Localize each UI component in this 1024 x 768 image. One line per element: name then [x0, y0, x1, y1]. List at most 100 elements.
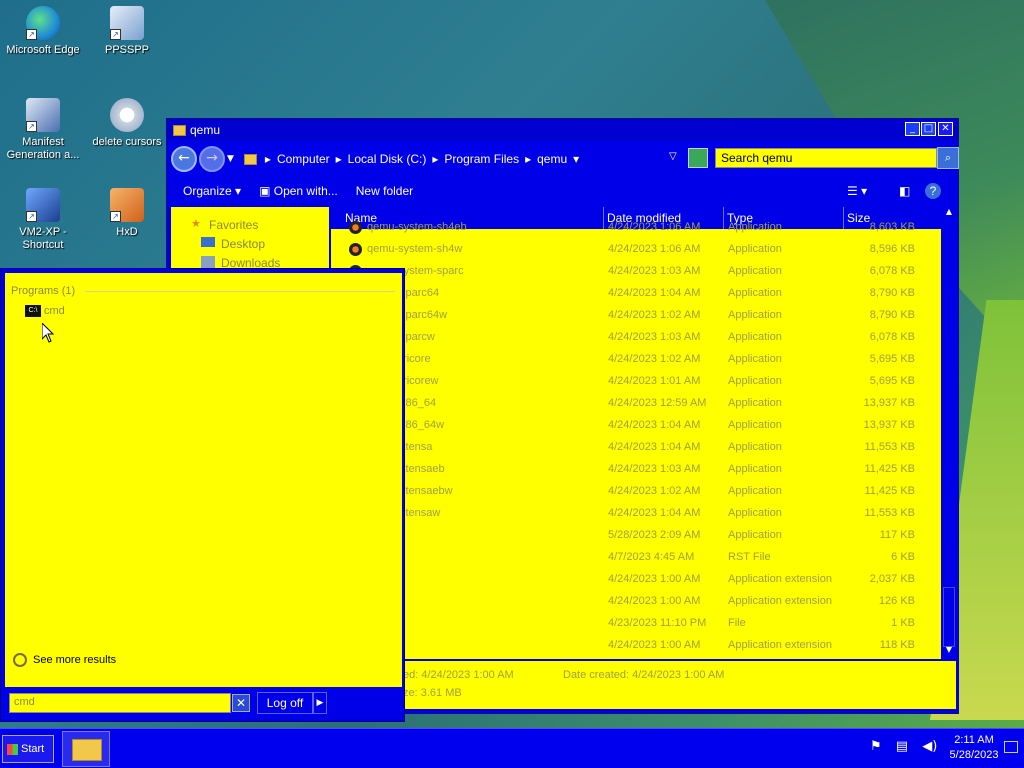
back-button[interactable]: ← — [171, 146, 197, 172]
taskbar-explorer-button[interactable] — [62, 731, 110, 767]
table-row[interactable]: qemu-system-sparc 4/24/2023 1:03 AM Applic… — [331, 261, 941, 283]
hxd-icon: ↗ — [110, 188, 144, 222]
file-name: qemu-system-sh4eb — [367, 221, 467, 233]
desktop-icon-label: PPSSPP — [104, 44, 150, 56]
file-date: 4/24/2023 1:02 AM — [608, 353, 701, 365]
nav-favorites[interactable]: Favorites — [209, 218, 258, 232]
desktop-icon-edge[interactable]: ↗ Microsoft Edge — [0, 6, 86, 57]
action-center-flag-icon[interactable]: ⚑ — [870, 739, 882, 754]
table-row[interactable]: qemu-system-sh4eb 4/24/2023 1:06 AM Applic… — [331, 217, 941, 239]
qemu-app-icon — [349, 243, 362, 256]
log-off-button[interactable]: Log off — [257, 692, 313, 714]
table-row[interactable]: E.rst4/7/2023 4:45 AMRST File6 KB — [331, 547, 941, 569]
new-folder-button[interactable]: New folder — [356, 184, 413, 198]
table-row[interactable]: 4/24/2023 1:00 AM Application extension 2,… — [331, 569, 941, 591]
chevron-right-icon: ▸ — [264, 152, 271, 166]
star-icon: ★ — [191, 217, 201, 230]
file-date: 4/24/2023 1:02 AM — [608, 485, 701, 497]
table-row[interactable]: ystem-sparcw4/24/2023 1:03 AMApplication… — [331, 327, 941, 349]
maximize-button[interactable]: □ — [921, 122, 936, 136]
forward-button[interactable]: → — [199, 146, 225, 172]
open-with-button[interactable]: ▣ Open with... — [259, 184, 338, 198]
chevron-right-icon[interactable]: ▸ — [432, 152, 438, 166]
desktop-icon-ppsspp[interactable]: ↗ PPSSPP — [84, 6, 170, 57]
file-type: Application extension — [728, 639, 832, 651]
desktop-icon-label: delete cursors — [92, 136, 162, 148]
manifest-icon: ↗ — [26, 98, 60, 132]
desktop-icon-hxd[interactable]: ↗ HxD — [84, 188, 170, 239]
table-row[interactable]: qemu-system-sh4w 4/24/2023 1:06 AM Applica… — [331, 239, 941, 261]
table-row[interactable]: 4/24/2023 1:00 AM Application extension 11… — [331, 635, 941, 657]
table-row[interactable]: ystem-xtensa4/24/2023 1:04 AMApplication… — [331, 437, 941, 459]
file-type: Application — [728, 397, 782, 409]
chevron-right-icon[interactable]: ▸ — [336, 152, 342, 166]
table-row[interactable]: ystem-x86_644/24/2023 12:59 AMApplicatio… — [331, 393, 941, 415]
table-row[interactable]: ystem-xtensaw4/24/2023 1:04 AMApplicatio… — [331, 503, 941, 525]
table-row[interactable]: ystem-sparc644/24/2023 1:04 AMApplicatio… — [331, 283, 941, 305]
recent-pages-icon[interactable]: ▼ — [227, 154, 234, 164]
chevron-right-icon[interactable]: ▸ — [525, 152, 531, 166]
table-row[interactable]: ystem-tricorew4/24/2023 1:01 AMApplicati… — [331, 371, 941, 393]
program-item-label: cmd — [44, 305, 65, 317]
desktop-icon-manifest[interactable]: ↗ Manifest Generation a... — [0, 98, 86, 162]
see-more-results-link[interactable]: See more results — [13, 653, 116, 667]
file-size: 6 KB — [891, 551, 915, 563]
shutdown-options-button[interactable]: ▶ — [313, 692, 327, 714]
breadcrumb-local-disk[interactable]: Local Disk (C:) — [348, 152, 427, 166]
file-date: 4/7/2023 4:45 AM — [608, 551, 695, 563]
desktop-icon-vm2xp[interactable]: ↗ VM2-XP - Shortcut — [0, 188, 86, 252]
table-row[interactable]: ystem-xtensaeb 4/24/2023 1:03 AM Applicati… — [331, 459, 941, 481]
file-type: Application — [728, 309, 782, 321]
search-icon — [13, 653, 27, 667]
breadcrumb-program-files[interactable]: Program Files — [444, 152, 519, 166]
desktop-icon-label: VM2-XP - Shortcut — [19, 226, 67, 251]
table-row[interactable]: ystem-tricore4/24/2023 1:02 AMApplicatio… — [331, 349, 941, 371]
title-bar[interactable]: qemu — [167, 119, 958, 141]
file-type: Application — [728, 507, 782, 519]
clock-date: 5/28/2023 — [949, 749, 999, 761]
programs-header: Programs (1) — [11, 285, 76, 297]
table-row[interactable]: N4/23/2023 11:10 PMFile1 KB — [331, 613, 941, 635]
detail-modified: ed: 4/24/2023 1:00 AM — [403, 669, 514, 681]
file-size: 8,596 KB — [869, 243, 915, 255]
table-row[interactable]: ninstall5/28/2023 2:09 AMApplication117 … — [331, 525, 941, 547]
scroll-down-icon[interactable]: ▼ — [941, 645, 957, 654]
start-button[interactable]: Start — [2, 735, 54, 763]
file-date: 4/24/2023 1:03 AM — [608, 463, 701, 475]
breadcrumb-qemu[interactable]: qemu — [537, 152, 567, 166]
close-button[interactable]: ✕ — [938, 122, 953, 136]
address-dropdown-icon[interactable]: ▽ — [669, 151, 677, 162]
file-type: Application — [728, 353, 782, 365]
file-type: Application — [728, 265, 782, 277]
clear-search-button[interactable]: ✕ — [232, 694, 250, 712]
network-icon[interactable]: ▤ — [896, 739, 908, 754]
vertical-scrollbar[interactable]: ▲ ▼ — [941, 207, 957, 659]
desktop-icon-delete-cursors[interactable]: delete cursors — [84, 98, 170, 149]
start-search-input[interactable]: cmd — [9, 693, 231, 713]
help-icon[interactable]: ? — [925, 183, 941, 199]
see-more-label: See more results — [33, 654, 117, 666]
table-row[interactable]: ystem-x86_64w 4/24/2023 1:04 AM Applicatio… — [331, 415, 941, 437]
show-desktop-button[interactable] — [1004, 741, 1018, 753]
organize-button[interactable]: Organize ▾ — [183, 184, 241, 198]
search-icon[interactable]: ⌕ — [937, 147, 959, 169]
volume-icon[interactable]: ◀) — [922, 739, 937, 754]
file-size: 13,937 KB — [863, 419, 915, 431]
detail-size: ze: 3.61 MB — [403, 687, 462, 699]
chevron-down-icon[interactable]: ▾ — [573, 152, 579, 166]
nav-desktop[interactable]: Desktop — [221, 237, 265, 251]
view-options-icon[interactable]: ☰ ▾ — [847, 184, 867, 198]
preview-pane-icon[interactable]: ◧ — [899, 184, 910, 198]
scroll-thumb[interactable] — [943, 587, 955, 647]
breadcrumb-computer[interactable]: Computer — [277, 152, 330, 166]
clock[interactable]: 2:11 AM 5/28/2023 — [948, 733, 1000, 763]
table-row[interactable]: age.dll4/24/2023 1:00 AMApplication exte… — [331, 591, 941, 613]
scroll-up-icon[interactable]: ▲ — [941, 207, 957, 216]
search-input[interactable]: Search qemu — [715, 148, 937, 168]
program-item-cmd[interactable]: C:\ cmd — [25, 305, 65, 317]
table-row[interactable]: ystem-xtensaebw 4/24/2023 1:02 AM Applicat… — [331, 481, 941, 503]
refresh-button[interactable] — [688, 148, 708, 168]
file-size: 5,695 KB — [869, 353, 915, 365]
minimize-button[interactable]: _ — [905, 122, 920, 136]
table-row[interactable]: ystem-sparc64w 4/24/2023 1:02 AM Applicati… — [331, 305, 941, 327]
